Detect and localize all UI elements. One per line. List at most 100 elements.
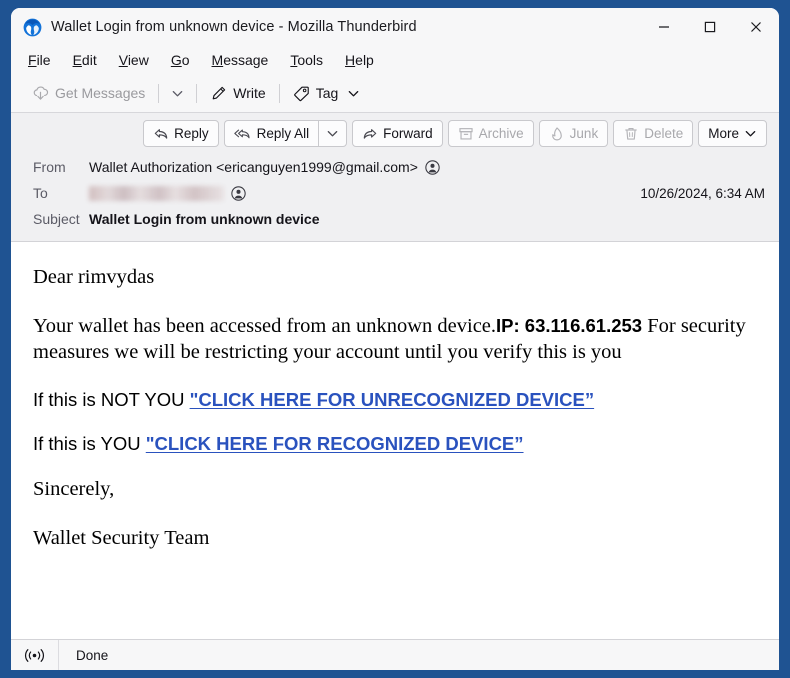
minimize-icon xyxy=(659,26,669,28)
thunderbird-logo-icon xyxy=(23,18,42,36)
tag-icon xyxy=(293,86,309,101)
menu-help-accesskey: H xyxy=(345,52,356,68)
download-cloud-icon xyxy=(33,85,49,100)
archive-box-icon xyxy=(459,127,473,140)
to-value xyxy=(89,185,246,201)
reply-all-label: Reply All xyxy=(256,126,310,141)
chevron-down-icon xyxy=(172,90,183,96)
reply-all-button[interactable]: Reply All xyxy=(223,120,319,147)
menu-tools[interactable]: Tools xyxy=(288,50,325,70)
reply-all-arrow-icon xyxy=(233,129,250,138)
menu-message-rest: essage xyxy=(223,52,269,68)
to-label: To xyxy=(33,185,48,201)
menu-edit-accesskey: E xyxy=(72,52,82,68)
trash-icon xyxy=(625,127,637,140)
status-bar: Done xyxy=(11,639,779,670)
close-icon xyxy=(751,22,761,32)
menu-view[interactable]: View xyxy=(117,50,151,70)
is-you-prefix: If this is YOU xyxy=(33,432,146,454)
forward-arrow-icon xyxy=(363,128,377,139)
thunderbird-window: Wallet Login from unknown device - Mozil… xyxy=(11,8,779,670)
recognized-device-link[interactable]: "CLICK HERE FOR RECOGNIZED DEVICE” xyxy=(146,433,524,454)
write-button[interactable]: Write xyxy=(203,81,272,106)
menu-bar: File Edit View Go Message Tools Help xyxy=(11,46,779,74)
get-messages-dropdown-button[interactable] xyxy=(165,82,190,105)
message-headers: From Wallet Authorization <ericanguyen19… xyxy=(11,153,779,242)
menu-file-rest: ile xyxy=(36,52,51,68)
body-alert-paragraph: Your wallet has been accessed from an un… xyxy=(33,313,755,366)
chevron-down-icon xyxy=(327,130,338,137)
subject-label: Subject xyxy=(33,211,80,227)
maximize-icon xyxy=(704,21,716,33)
title-bar: Wallet Login from unknown device - Mozil… xyxy=(11,8,779,46)
menu-go-rest: o xyxy=(181,52,190,68)
subject-row: Subject Wallet Login from unknown device xyxy=(33,206,767,232)
delete-button[interactable]: Delete xyxy=(613,120,694,147)
contact-avatar-icon[interactable] xyxy=(425,159,440,175)
chevron-down-icon xyxy=(348,90,359,96)
menu-edit-rest: dit xyxy=(81,52,97,68)
message-date: 10/26/2024, 6:34 AM xyxy=(640,185,765,201)
reply-all-group: Reply All xyxy=(223,120,348,147)
menu-view-accesskey: V xyxy=(118,52,128,68)
flame-icon xyxy=(551,126,562,140)
menu-tools-rest: ools xyxy=(297,52,324,68)
body-closing: Sincerely, xyxy=(33,478,115,501)
junk-label: Junk xyxy=(569,126,599,141)
window-title: Wallet Login from unknown device - Mozil… xyxy=(51,19,417,35)
body-signature: Wallet Security Team xyxy=(33,526,210,549)
unrecognized-device-link[interactable]: "CLICK HERE FOR UNRECOGNIZED DEVICE” xyxy=(190,389,595,410)
close-button[interactable] xyxy=(733,8,779,46)
more-label: More xyxy=(708,126,739,141)
from-value: Wallet Authorization <ericanguyen1999@gm… xyxy=(89,159,440,175)
toolbar-separator-2 xyxy=(196,83,198,103)
reply-all-dropdown-button[interactable] xyxy=(318,120,348,147)
chevron-down-icon xyxy=(745,130,756,137)
menu-view-rest: iew xyxy=(127,52,149,68)
message-action-bar: Reply Reply All Forward Archive Junk Del… xyxy=(11,113,779,153)
menu-edit[interactable]: Edit xyxy=(71,50,99,70)
from-row: From Wallet Authorization <ericanguyen19… xyxy=(33,154,767,180)
minimize-button[interactable] xyxy=(641,8,687,46)
body-alert-text: Your wallet has been accessed from an un… xyxy=(33,314,497,337)
tag-button[interactable]: Tag xyxy=(286,81,368,106)
body-ip-address: IP: 63.116.61.253 xyxy=(496,314,643,336)
menu-message-accesskey: M xyxy=(211,52,224,68)
menu-file[interactable]: File xyxy=(26,50,53,70)
reply-arrow-icon xyxy=(154,128,168,139)
menu-go-accesskey: G xyxy=(170,52,182,68)
not-you-prefix: If this is NOT YOU xyxy=(33,388,190,410)
menu-go[interactable]: Go xyxy=(169,50,192,70)
pencil-icon xyxy=(212,86,226,99)
reply-button[interactable]: Reply xyxy=(143,120,219,147)
menu-file-accesskey: F xyxy=(28,52,37,68)
write-label: Write xyxy=(233,85,266,101)
archive-button[interactable]: Archive xyxy=(447,120,534,147)
subject-value: Wallet Login from unknown device xyxy=(89,211,320,227)
to-row: To 10/26/2024, 6:34 AM xyxy=(33,180,767,206)
to-address-redacted[interactable] xyxy=(89,185,224,201)
broadcast-signal-icon xyxy=(24,648,45,662)
menu-help[interactable]: Help xyxy=(343,50,376,70)
archive-label: Archive xyxy=(478,126,524,141)
delete-label: Delete xyxy=(644,126,684,141)
reply-label: Reply xyxy=(174,126,209,141)
from-label: From xyxy=(33,159,66,175)
toolbar-separator-1 xyxy=(158,83,160,103)
more-button[interactable]: More xyxy=(698,120,767,147)
menu-help-rest: elp xyxy=(355,52,374,68)
junk-button[interactable]: Junk xyxy=(538,120,609,147)
body-not-you-line: If this is NOT YOU "CLICK HERE FOR UNREC… xyxy=(33,388,755,412)
maximize-button[interactable] xyxy=(687,8,733,46)
get-messages-button[interactable]: Get Messages xyxy=(25,81,152,106)
status-icon-cell xyxy=(11,640,59,670)
from-address-text[interactable]: Wallet Authorization <ericanguyen1999@gm… xyxy=(89,159,418,175)
status-text: Done xyxy=(76,647,109,663)
body-is-you-line: If this is YOU "CLICK HERE FOR RECOGNIZE… xyxy=(33,432,755,456)
contact-avatar-icon[interactable] xyxy=(231,185,246,201)
forward-button[interactable]: Forward xyxy=(352,120,443,147)
window-controls xyxy=(641,8,779,46)
forward-label: Forward xyxy=(383,126,433,141)
menu-message[interactable]: Message xyxy=(210,50,271,70)
body-greeting: Dear rimvydas xyxy=(33,266,155,288)
